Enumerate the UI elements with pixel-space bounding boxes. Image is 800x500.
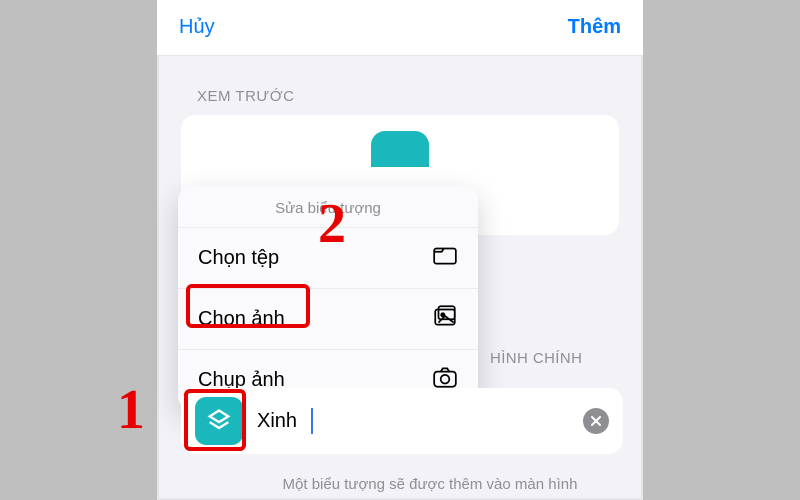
icon-edit-menu: Sửa biểu tượng Chọn tệp Chọn ảnh Chụp ản…	[178, 186, 478, 410]
shortcut-name-text[interactable]: Xinh	[257, 410, 297, 433]
shortcut-app-icon[interactable]	[195, 397, 243, 445]
shortcut-name-row: Xinh	[181, 388, 623, 454]
navbar: Hủy Thêm	[157, 0, 643, 56]
menu-item-choose-photo[interactable]: Chọn ảnh	[178, 288, 478, 349]
footer-hint: Một biểu tượng sẽ được thêm vào màn hình	[220, 476, 640, 493]
menu-item-choose-file[interactable]: Chọn tệp	[178, 227, 478, 288]
clear-text-button[interactable]	[583, 408, 609, 434]
gallery-icon	[432, 303, 458, 335]
close-icon	[590, 415, 602, 427]
menu-title: Sửa biểu tượng	[178, 186, 478, 227]
add-button[interactable]: Thêm	[568, 16, 621, 39]
text-caret	[311, 408, 313, 434]
menu-item-label: Chọn tệp	[198, 247, 279, 270]
annotation-number-1: 1	[117, 378, 145, 442]
folder-icon	[432, 242, 458, 274]
shortcuts-glyph-icon	[205, 407, 233, 435]
section-label-preview: XEM TRƯỚC	[157, 56, 643, 115]
preview-app-icon	[371, 131, 429, 167]
menu-item-label: Chọn ảnh	[198, 308, 285, 331]
section-label-main: HÌNH CHÍNH	[490, 350, 582, 367]
cancel-button[interactable]: Hủy	[179, 16, 215, 39]
